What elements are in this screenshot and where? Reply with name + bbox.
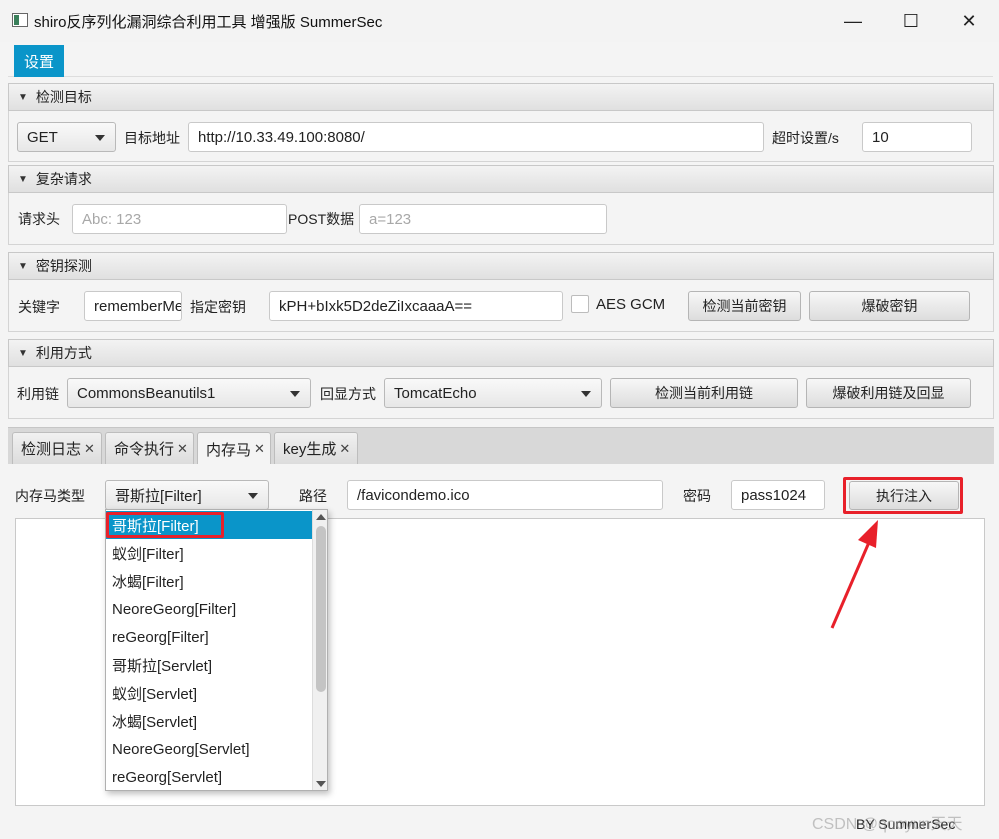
- pane-header-key-detect[interactable]: ▼ 密钥探测: [8, 252, 994, 280]
- brute-key-button[interactable]: 爆破密钥: [809, 291, 970, 321]
- tab-key-gen[interactable]: key生成 ✕: [274, 432, 358, 464]
- close-tab-icon[interactable]: ✕: [84, 441, 95, 457]
- pane-title: 检测目标: [35, 89, 92, 105]
- path-label: 路径: [299, 488, 327, 504]
- close-tab-icon[interactable]: ✕: [339, 441, 350, 457]
- menu-settings[interactable]: 设置: [14, 45, 64, 77]
- header-input[interactable]: Abc: 123: [72, 204, 287, 234]
- annotation-arrow-icon: [830, 520, 878, 629]
- url-label: 目标地址: [124, 130, 180, 146]
- url-input[interactable]: http://10.33.49.100:8080/: [188, 122, 764, 152]
- dropdown-option[interactable]: 冰蝎[Filter]: [106, 567, 312, 595]
- key-label: 指定密钥: [190, 299, 246, 315]
- check-chain-button[interactable]: 检测当前利用链: [610, 378, 798, 408]
- tab-label: key生成: [283, 441, 337, 458]
- scrollbar-thumb[interactable]: [316, 526, 326, 692]
- keyword-input[interactable]: rememberMe: [84, 291, 182, 321]
- tab-memshell[interactable]: 内存马 ✕: [197, 432, 271, 465]
- collapse-triangle-icon: ▼: [18, 347, 28, 359]
- dropdown-option[interactable]: 冰蝎[Servlet]: [106, 707, 312, 735]
- collapse-triangle-icon: ▼: [18, 173, 28, 185]
- annotation-highlight-box: [106, 512, 224, 538]
- watermark: CSDN @qooyun天天: [812, 816, 963, 833]
- tab-label: 检测日志: [21, 441, 82, 458]
- key-input[interactable]: kPH+bIxk5D2deZiIxcaaaA==: [269, 291, 563, 321]
- memshell-type-select[interactable]: 哥斯拉[Filter]: [105, 480, 269, 510]
- chain-label: 利用链: [17, 386, 59, 402]
- chain-value: CommonsBeanutils1: [77, 384, 216, 402]
- chain-select[interactable]: CommonsBeanutils1: [67, 378, 311, 408]
- dropdown-scrollbar[interactable]: [312, 510, 327, 790]
- method-value: GET: [27, 128, 58, 146]
- tab-label: 内存马: [206, 441, 252, 459]
- chevron-down-icon: [581, 391, 591, 397]
- chevron-down-icon: [290, 391, 300, 397]
- pane-title: 复杂请求: [35, 171, 92, 187]
- brute-chain-button[interactable]: 爆破利用链及回显: [806, 378, 971, 408]
- window-title: shiro反序列化漏洞综合利用工具 增强版 SummerSec: [34, 14, 383, 31]
- timeout-label: 超时设置/s: [772, 130, 839, 146]
- path-input[interactable]: /favicondemo.ico: [347, 480, 663, 510]
- password-input[interactable]: pass1024: [731, 480, 825, 510]
- dropdown-option[interactable]: 蚁剑[Filter]: [106, 539, 312, 567]
- chevron-down-icon: [95, 135, 105, 141]
- dropdown-option[interactable]: NeoreGeorg[Servlet]: [106, 735, 312, 763]
- echo-value: TomcatEcho: [394, 384, 477, 402]
- method-select[interactable]: GET: [17, 122, 116, 152]
- collapse-triangle-icon: ▼: [18, 260, 28, 272]
- tab-label: 命令执行: [114, 441, 175, 458]
- maximize-button[interactable]: ☐: [882, 0, 940, 42]
- annotation-highlight-box: [843, 477, 963, 514]
- pane-header-complex-request[interactable]: ▼ 复杂请求: [8, 165, 994, 193]
- password-label: 密码: [683, 488, 711, 504]
- dropdown-option[interactable]: NeoreGeorg[Filter]: [106, 595, 312, 623]
- keyword-label: 关键字: [18, 299, 60, 315]
- dropdown-option[interactable]: reGeorg[Filter]: [106, 623, 312, 651]
- scroll-up-icon[interactable]: [316, 514, 326, 520]
- post-input[interactable]: a=123: [359, 204, 607, 234]
- scroll-down-icon[interactable]: [316, 781, 326, 787]
- pane-title: 利用方式: [35, 345, 92, 361]
- dropdown-option[interactable]: reGeorg[Servlet]: [106, 763, 312, 790]
- memshell-type-label: 内存马类型: [15, 488, 85, 504]
- timeout-input[interactable]: 10: [862, 122, 972, 152]
- close-tab-icon[interactable]: ✕: [177, 441, 188, 457]
- minimize-button[interactable]: —: [824, 0, 882, 42]
- chevron-down-icon: [248, 493, 258, 499]
- echo-label: 回显方式: [320, 386, 376, 402]
- close-window-button[interactable]: ✕: [940, 0, 998, 42]
- pane-header-exploit[interactable]: ▼ 利用方式: [8, 339, 994, 367]
- memshell-type-value: 哥斯拉[Filter]: [115, 487, 202, 505]
- pane-header-detect-target[interactable]: ▼ 检测目标: [8, 83, 994, 111]
- collapse-triangle-icon: ▼: [18, 91, 28, 103]
- tab-detect-log[interactable]: 检测日志 ✕: [12, 432, 102, 464]
- menu-bar: [8, 42, 993, 77]
- aes-gcm-checkbox[interactable]: [571, 295, 589, 313]
- post-label: POST数据: [288, 211, 355, 227]
- header-label: 请求头: [18, 211, 60, 227]
- tab-command-exec[interactable]: 命令执行 ✕: [105, 432, 194, 464]
- close-tab-icon[interactable]: ✕: [254, 441, 265, 457]
- app-icon: [12, 13, 28, 27]
- aes-gcm-label: AES GCM: [596, 296, 666, 313]
- dropdown-option[interactable]: 哥斯拉[Servlet]: [106, 651, 312, 679]
- pane-title: 密钥探测: [35, 258, 92, 274]
- check-key-button[interactable]: 检测当前密钥: [688, 291, 801, 321]
- dropdown-option[interactable]: 蚁剑[Servlet]: [106, 679, 312, 707]
- echo-select[interactable]: TomcatEcho: [384, 378, 602, 408]
- memshell-type-dropdown[interactable]: 哥斯拉[Filter] 蚁剑[Filter] 冰蝎[Filter] NeoreG…: [105, 509, 328, 791]
